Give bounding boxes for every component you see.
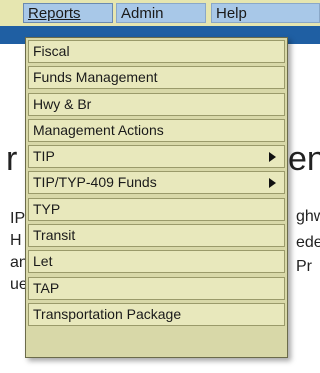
background-text-fragment: r xyxy=(6,140,18,178)
menu-item-label: TAP xyxy=(33,279,60,296)
menu-item-label: TYP xyxy=(33,200,61,217)
submenu-arrow-icon xyxy=(269,152,276,163)
menu-item-label: Let xyxy=(33,253,53,270)
menu-item-transit[interactable]: Transit xyxy=(28,224,285,248)
menubar: Reports Admin Help xyxy=(0,0,320,27)
menu-item-label: Management Actions xyxy=(33,121,164,138)
background-text-fragment: Pr xyxy=(296,258,312,275)
background-text-fragment: ghw xyxy=(296,208,320,225)
background-text-fragment: en xyxy=(288,140,320,178)
menu-item-label: TIP xyxy=(33,148,55,165)
menu-admin[interactable]: Admin xyxy=(116,3,206,23)
menu-item-tap[interactable]: TAP xyxy=(28,276,285,300)
menu-item-fiscal[interactable]: Fiscal xyxy=(28,40,285,63)
submenu-arrow-icon xyxy=(269,178,276,189)
menu-item-typ[interactable]: TYP xyxy=(28,197,285,221)
menu-item-tip-typ-409-funds[interactable]: TIP/TYP-409 Funds xyxy=(28,171,285,195)
menu-item-funds-management[interactable]: Funds Management xyxy=(28,66,285,90)
background-text-fragment: IP xyxy=(10,210,26,227)
reports-dropdown-menu: Fiscal Funds Management Hwy & Br Managem… xyxy=(25,37,288,358)
menu-item-hwy-br[interactable]: Hwy & Br xyxy=(28,92,285,116)
menu-item-label: Hwy & Br xyxy=(33,95,92,112)
menu-item-label: Transportation Package xyxy=(33,305,182,322)
menu-item-label: Funds Management xyxy=(33,69,158,86)
menu-item-transportation-package[interactable]: Transportation Package xyxy=(28,302,285,326)
menu-item-management-actions[interactable]: Management Actions xyxy=(28,118,285,142)
menu-item-tip[interactable]: TIP xyxy=(28,145,285,169)
menu-help[interactable]: Help xyxy=(211,3,320,23)
background-text-fragment: H xyxy=(10,232,22,249)
menu-reports[interactable]: Reports xyxy=(23,3,113,23)
menu-item-label: TIP/TYP-409 Funds xyxy=(33,174,157,191)
menu-item-label: Fiscal xyxy=(33,43,70,59)
menu-item-let[interactable]: Let xyxy=(28,250,285,274)
menu-item-label: Transit xyxy=(33,227,76,244)
background-text-fragment: ede xyxy=(296,234,320,251)
